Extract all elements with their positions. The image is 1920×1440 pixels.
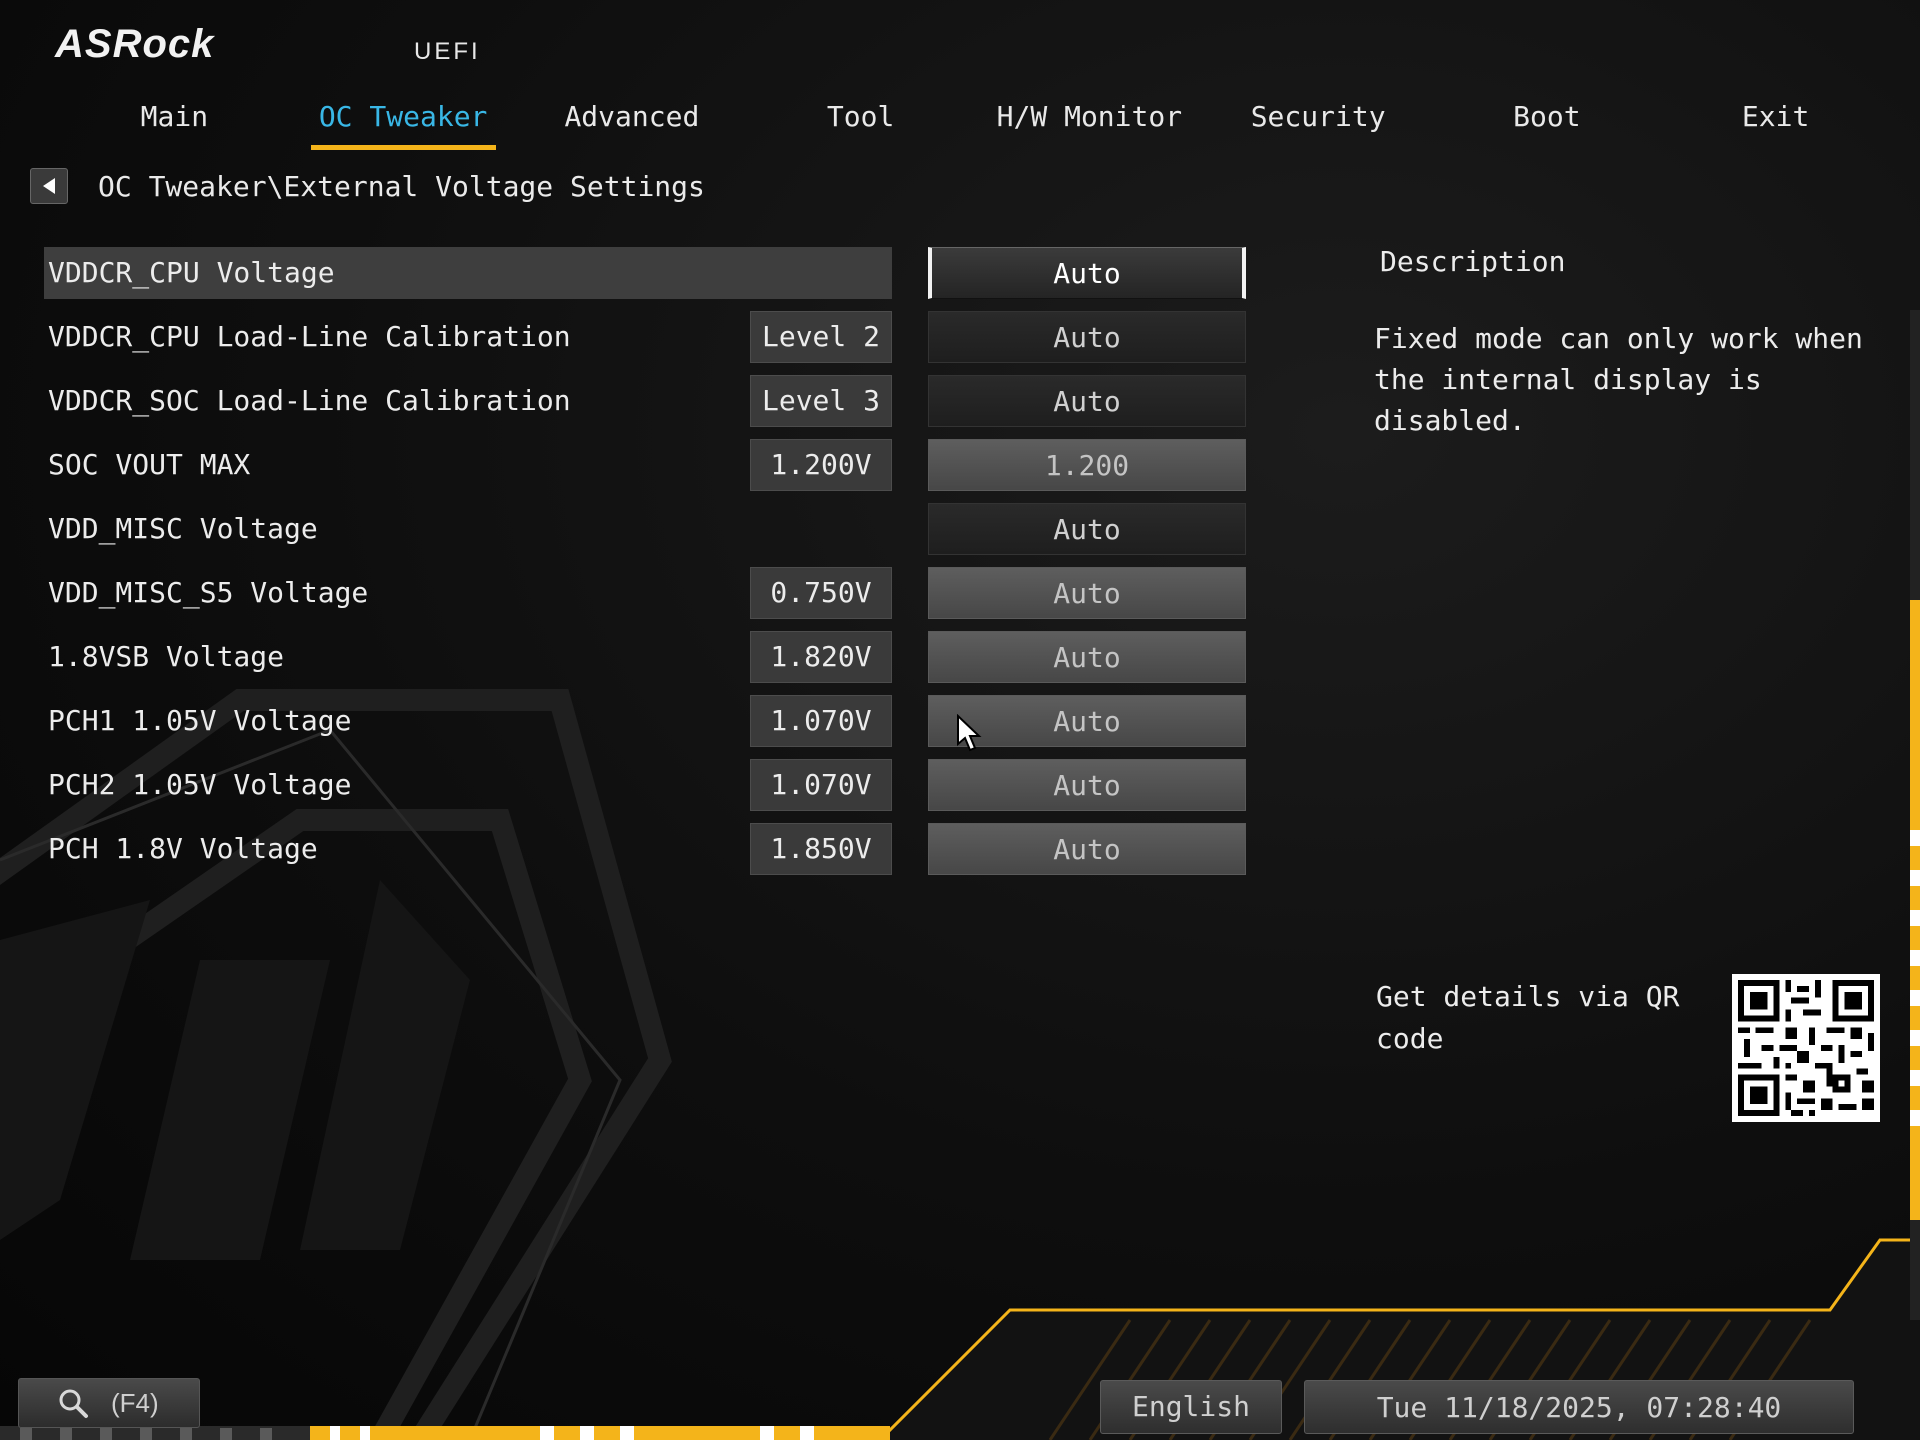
current-value: 1.820V [750,631,892,683]
datetime-display: Tue 11/18/2025, 07:28:40 [1304,1380,1854,1434]
tab-hw-monitor[interactable]: H/W Monitor [975,96,1204,152]
setting-value-button[interactable]: Auto [928,247,1246,299]
search-icon [59,1389,88,1418]
setting-row-vddcr-cpu-voltage[interactable]: VDDCR_CPU Voltage Auto [44,245,1254,309]
current-value: 1.070V [750,759,892,811]
setting-row-vddcr-soc-llc[interactable]: VDDCR_SOC Load-Line Calibration Level 3 … [44,373,1254,437]
setting-value-button[interactable]: 1.200 [928,439,1246,491]
setting-row-vdd-misc-s5-voltage[interactable]: VDD_MISC_S5 Voltage 0.750V Auto [44,565,1254,629]
setting-row-soc-vout-max[interactable]: SOC VOUT MAX 1.200V 1.200 [44,437,1254,501]
breadcrumb: OC Tweaker\External Voltage Settings [98,170,705,203]
language-button[interactable]: English [1100,1380,1282,1434]
uefi-label: UEFI [414,38,481,65]
tab-boot[interactable]: Boot [1433,96,1662,152]
setting-row-pch1-1-05v-voltage[interactable]: PCH1 1.05V Voltage 1.070V Auto [44,693,1254,757]
tab-security[interactable]: Security [1204,96,1433,152]
tab-advanced[interactable]: Advanced [518,96,747,152]
current-value: 1.200V [750,439,892,491]
qr-code [1732,974,1880,1122]
setting-value-button[interactable]: Auto [928,759,1246,811]
main-tabs: Main OC Tweaker Advanced Tool H/W Monito… [60,96,1890,152]
description-text: Fixed mode can only work when the intern… [1374,322,1863,437]
description-title: Description [1380,245,1566,278]
qr-caption: Get details via QR code [1376,980,1680,1055]
setting-value-button[interactable]: Auto [928,311,1246,363]
setting-value-button[interactable]: Auto [928,375,1246,427]
setting-label: VDDCR_CPU Voltage [44,247,892,299]
setting-row-pch-1-8v-voltage[interactable]: PCH 1.8V Voltage 1.850V Auto [44,821,1254,885]
tab-main[interactable]: Main [60,96,289,152]
current-value: 0.750V [750,567,892,619]
current-value: Level 3 [750,375,892,427]
current-value: 1.850V [750,823,892,875]
setting-value-button[interactable]: Auto [928,503,1246,555]
tab-exit[interactable]: Exit [1661,96,1890,152]
search-button[interactable]: (F4) [18,1378,200,1428]
tab-tool[interactable]: Tool [746,96,975,152]
settings-list: VDDCR_CPU Voltage Auto VDDCR_CPU Load-Li… [44,245,1254,885]
asrock-logo: ASRock [55,22,215,66]
current-value: Level 2 [750,311,892,363]
setting-value-button[interactable]: Auto [928,823,1246,875]
current-value: 1.070V [750,695,892,747]
setting-row-vddcr-cpu-llc[interactable]: VDDCR_CPU Load-Line Calibration Level 2 … [44,309,1254,373]
setting-row-pch2-1-05v-voltage[interactable]: PCH2 1.05V Voltage 1.070V Auto [44,757,1254,821]
back-arrow-icon[interactable] [30,168,68,204]
setting-value-button[interactable]: Auto [928,567,1246,619]
search-shortcut-label: (F4) [111,1388,159,1418]
setting-row-1-8vsb-voltage[interactable]: 1.8VSB Voltage 1.820V Auto [44,629,1254,693]
mouse-cursor-icon [957,714,982,752]
setting-row-vdd-misc-voltage[interactable]: VDD_MISC Voltage Auto [44,501,1254,565]
setting-value-button[interactable]: Auto [928,631,1246,683]
setting-label: VDD_MISC Voltage [48,512,318,545]
tab-oc-tweaker[interactable]: OC Tweaker [289,96,518,152]
